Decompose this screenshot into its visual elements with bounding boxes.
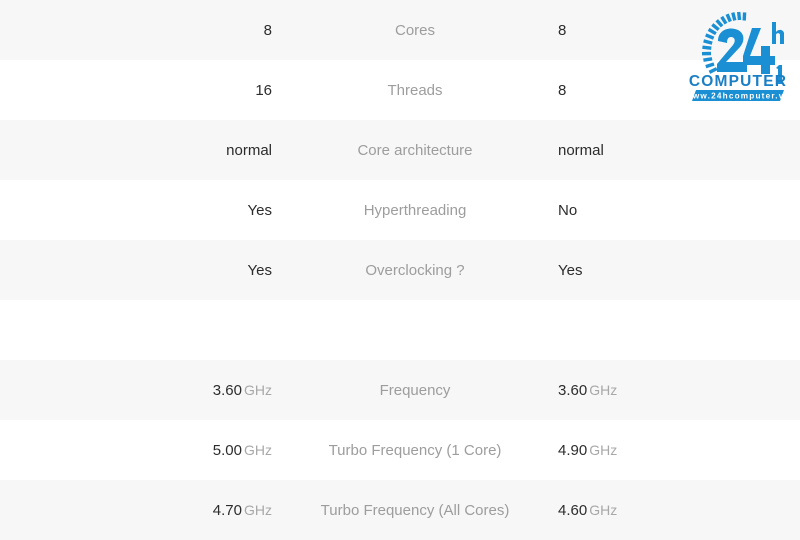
left-value-cell — [0, 300, 272, 360]
left-value-cell: 4.70GHz — [0, 480, 272, 540]
left-value: Yes — [248, 202, 272, 219]
spec-label-cell: Threads — [272, 60, 558, 120]
logo-graphic: COMPUTER www.24hcomputer.vn — [686, 6, 790, 102]
left-value-cell: 16 — [0, 60, 272, 120]
spec-label-cell: Turbo Frequency (1 Core) — [272, 420, 558, 480]
spec-label: Overclocking ? — [365, 262, 464, 279]
right-value-unit: GHz — [589, 442, 617, 458]
trailing-spacer-cell — [708, 420, 800, 480]
spec-label: Cores — [395, 22, 435, 39]
left-value-cell: normal — [0, 120, 272, 180]
spec-label-cell: Hyperthreading — [272, 180, 558, 240]
trailing-spacer-cell — [708, 300, 800, 360]
right-value: 8 — [558, 82, 566, 99]
right-value: 3.60 — [558, 382, 587, 399]
table-row: 16 Threads 8 — [0, 60, 800, 120]
spec-label-cell: Overclocking ? — [272, 240, 558, 300]
left-value: normal — [226, 142, 272, 159]
spec-label: Frequency — [380, 382, 451, 399]
spec-label-cell — [272, 300, 558, 360]
right-value: 4.60 — [558, 502, 587, 519]
spec-label: Turbo Frequency (All Cores) — [321, 502, 510, 519]
left-value-unit: GHz — [244, 382, 272, 398]
cpu-comparison-table: 8 Cores 8 16 Threads 8 normal Core architecture… — [0, 0, 800, 540]
left-value: 3.60 — [213, 382, 242, 399]
left-value-unit: GHz — [244, 502, 272, 518]
spec-label: Threads — [387, 82, 442, 99]
left-value-cell: 5.00GHz — [0, 420, 272, 480]
24h-computer-logo[interactable]: COMPUTER www.24hcomputer.vn — [686, 6, 790, 102]
trailing-spacer-cell — [708, 480, 800, 540]
logo-digit-2 — [717, 29, 747, 73]
spec-label: Turbo Frequency (1 Core) — [329, 442, 502, 459]
table-row: 8 Cores 8 — [0, 0, 800, 60]
logo-url-text: www.24hcomputer.vn — [686, 92, 790, 101]
spec-label-cell: Turbo Frequency (All Cores) — [272, 480, 558, 540]
right-value: 8 — [558, 22, 566, 39]
table-row: 3.60GHzFrequency3.60GHz — [0, 360, 800, 420]
table-row: 4.70GHzTurbo Frequency (All Cores)4.60GH… — [0, 480, 800, 540]
right-value-cell: 3.60GHz — [558, 360, 708, 420]
right-value: No — [558, 202, 577, 219]
right-value-cell: normal — [558, 120, 708, 180]
right-value: 4.90 — [558, 442, 587, 459]
left-value: 4.70 — [213, 502, 242, 519]
left-value: 16 — [255, 82, 272, 99]
right-value-cell: 4.60GHz — [558, 480, 708, 540]
right-value: Yes — [558, 262, 582, 279]
left-value: Yes — [248, 262, 272, 279]
logo-superscript-h — [772, 22, 784, 44]
spec-label: Hyperthreading — [364, 202, 467, 219]
right-value-cell: No — [558, 180, 708, 240]
left-value-unit: GHz — [244, 442, 272, 458]
left-value-cell: Yes — [0, 180, 272, 240]
logo-digit-4 — [743, 28, 775, 74]
table-spacer-row — [0, 300, 800, 360]
trailing-spacer-cell — [708, 360, 800, 420]
table-row: Yes Hyperthreading No — [0, 180, 800, 240]
trailing-spacer-cell — [708, 240, 800, 300]
spec-label-cell: Frequency — [272, 360, 558, 420]
right-value-unit: GHz — [589, 502, 617, 518]
spec-label: Core architecture — [357, 142, 472, 159]
right-value: normal — [558, 142, 604, 159]
right-value-cell: Yes — [558, 240, 708, 300]
left-value: 8 — [264, 22, 272, 39]
right-value-unit: GHz — [589, 382, 617, 398]
left-value-cell: 3.60GHz — [0, 360, 272, 420]
right-value-cell — [558, 300, 708, 360]
trailing-spacer-cell — [708, 120, 800, 180]
table-row: Yes Overclocking ? Yes — [0, 240, 800, 300]
trailing-spacer-cell — [708, 180, 800, 240]
left-value-cell: 8 — [0, 0, 272, 60]
spec-label-cell: Cores — [272, 0, 558, 60]
logo-word-computer: COMPUTER — [689, 73, 787, 90]
table-row: 5.00GHzTurbo Frequency (1 Core)4.90GHz — [0, 420, 800, 480]
spec-label-cell: Core architecture — [272, 120, 558, 180]
table-row: normal Core architecture normal — [0, 120, 800, 180]
right-value-cell: 4.90GHz — [558, 420, 708, 480]
left-value-cell: Yes — [0, 240, 272, 300]
comparison-table-body: 8 Cores 8 16 Threads 8 normal Core architecture… — [0, 0, 800, 540]
left-value: 5.00 — [213, 442, 242, 459]
